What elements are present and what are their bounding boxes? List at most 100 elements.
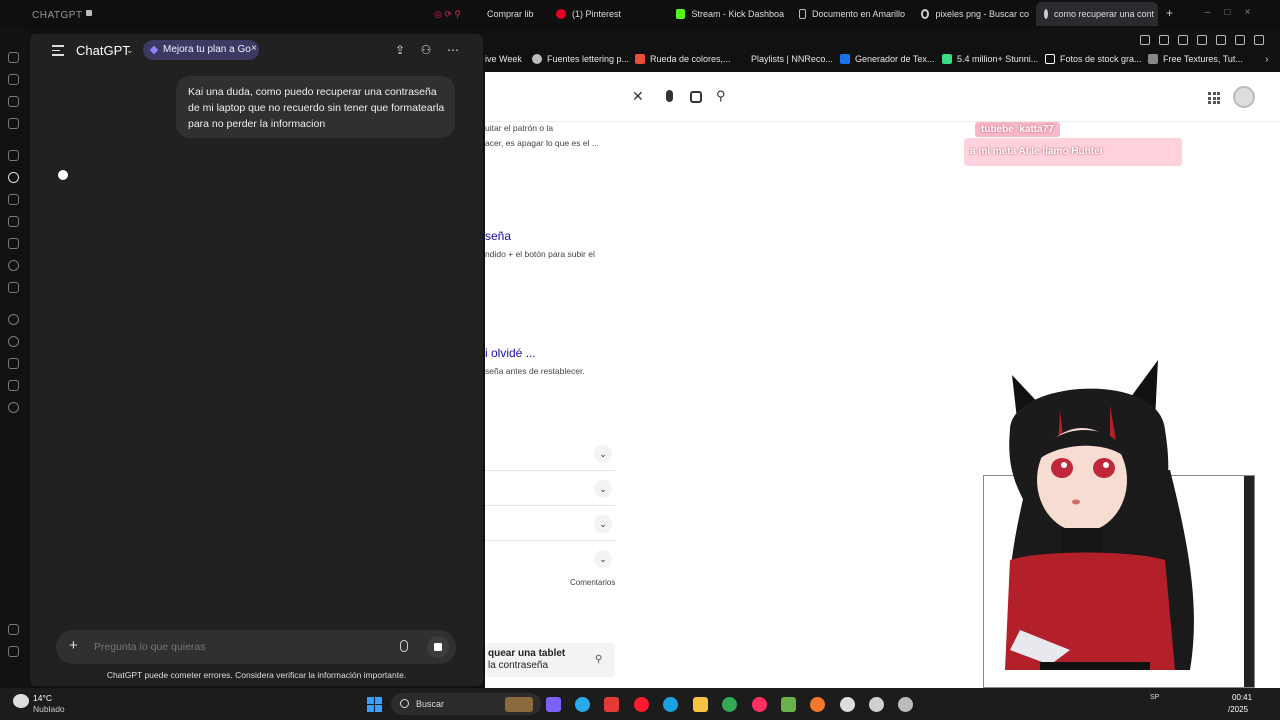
rail-icon[interactable] xyxy=(8,380,19,391)
edge-icon[interactable] xyxy=(663,697,678,712)
rail-icon[interactable] xyxy=(8,194,19,205)
rail-icon[interactable] xyxy=(8,314,19,325)
rail-icon[interactable] xyxy=(8,216,19,227)
bookmark-item[interactable]: Playlists | NNReco... xyxy=(751,54,833,64)
telegram-icon[interactable] xyxy=(575,697,590,712)
screenshot-icon[interactable] xyxy=(1159,35,1169,45)
rail-icon[interactable] xyxy=(8,336,19,347)
tab-pinterest[interactable]: (1) Pinterest xyxy=(556,6,656,22)
clock-date[interactable]: /2025 xyxy=(1228,705,1248,714)
tab-como-recuperar[interactable]: como recuperar una cont xyxy=(1036,2,1158,26)
model-selector[interactable]: ChatGPT xyxy=(76,43,130,58)
menu-icon[interactable] xyxy=(1254,35,1264,45)
people-also-ask-item[interactable]: ⌄ xyxy=(485,472,615,506)
bookmark-label: 5.4 million+ Stunni... xyxy=(957,54,1039,64)
voice-search-icon[interactable] xyxy=(666,90,673,102)
clear-search-icon[interactable]: ✕ xyxy=(632,88,644,105)
bookmark-item[interactable]: Generador de Tex... xyxy=(840,54,934,64)
prompt-input[interactable] xyxy=(92,638,392,656)
share-icon[interactable]: ⇪ xyxy=(394,44,406,56)
obs-icon[interactable] xyxy=(840,697,855,712)
app-red-icon[interactable] xyxy=(604,697,619,712)
google-icon xyxy=(921,9,930,19)
chevron-down-icon[interactable]: ⌄ xyxy=(126,45,134,56)
people-also-ask-item[interactable]: ⌄ xyxy=(485,542,615,576)
tab-pixeles[interactable]: pixeles png - Buscar co xyxy=(921,6,1029,22)
search-icon: ⚲ xyxy=(595,654,603,665)
plus-icon[interactable]: + xyxy=(69,637,78,654)
tab-documento[interactable]: Documento en Amarillo xyxy=(799,6,905,22)
download-icon[interactable] xyxy=(1216,35,1226,45)
rail-icon[interactable] xyxy=(8,96,19,107)
comments-link[interactable]: Comentarios xyxy=(570,578,615,587)
weather-icon[interactable] xyxy=(13,694,29,708)
bookmark-icon xyxy=(635,54,645,64)
chrome-icon[interactable] xyxy=(722,697,737,712)
chevron-down-icon[interactable]: ⌄ xyxy=(594,550,612,568)
stop-button[interactable] xyxy=(427,636,449,658)
davinci-icon[interactable] xyxy=(869,697,884,712)
stream-chat-message: a mi meta AI le llamo Hunter xyxy=(964,138,1182,166)
people-also-ask-item[interactable]: ⌄ xyxy=(485,437,615,471)
rail-icon[interactable] xyxy=(8,238,19,249)
close-icon[interactable]: × xyxy=(251,43,257,54)
profile-icon[interactable] xyxy=(1235,35,1245,45)
rail-icon[interactable] xyxy=(8,646,19,657)
lens-icon[interactable] xyxy=(690,91,702,103)
weather-temperature: 14°C xyxy=(33,693,52,703)
rail-icon[interactable] xyxy=(8,52,19,63)
bookmark-item[interactable]: Rueda de colores,... xyxy=(635,54,731,64)
blender-icon[interactable] xyxy=(810,697,825,712)
play-icon[interactable] xyxy=(1178,35,1188,45)
extension-icon[interactable] xyxy=(1140,35,1150,45)
copilot-icon[interactable] xyxy=(546,697,561,712)
file-explorer-icon[interactable] xyxy=(693,697,708,712)
tab-comprar[interactable]: Comprar lib xyxy=(487,6,539,22)
account-avatar[interactable] xyxy=(1233,86,1255,108)
heart-icon[interactable] xyxy=(1197,35,1207,45)
rail-icon[interactable] xyxy=(8,150,19,161)
search-icon[interactable]: ⚲ xyxy=(716,88,726,104)
window-controls[interactable]: –□× xyxy=(1205,7,1264,18)
result-link[interactable]: i olvidé ... xyxy=(485,346,536,360)
chatgpt-rail-icon[interactable] xyxy=(8,172,19,183)
upgrade-plan-button[interactable]: Mejora tu plan a Go xyxy=(143,40,259,60)
people-also-ask-item[interactable]: ⌄ xyxy=(485,507,615,541)
app-pink-icon[interactable] xyxy=(752,697,767,712)
notepad-icon[interactable] xyxy=(781,697,796,712)
bookmark-item[interactable]: Fotos de stock gra... xyxy=(1045,54,1142,64)
rail-icon[interactable] xyxy=(8,74,19,85)
windows-start-icon[interactable] xyxy=(367,697,382,712)
bookmark-item[interactable]: 5.4 million+ Stunni... xyxy=(942,54,1038,64)
language-indicator[interactable]: SP xyxy=(1150,694,1159,701)
bookmark-item[interactable]: ive Week xyxy=(485,54,522,64)
bookmark-item[interactable]: Fuentes lettering p... xyxy=(532,54,629,64)
chevron-down-icon[interactable]: ⌄ xyxy=(594,445,612,463)
tab-kick[interactable]: Stream - Kick Dashboa xyxy=(676,6,784,22)
x-icon[interactable] xyxy=(8,282,19,293)
rail-icon[interactable] xyxy=(8,624,19,635)
bookmark-icon xyxy=(532,54,542,64)
sidebar-toggle-icon[interactable] xyxy=(52,45,64,56)
clock-time[interactable]: 00:41 xyxy=(1232,693,1252,702)
rail-icon[interactable] xyxy=(8,402,19,413)
widget-icon[interactable] xyxy=(505,697,533,712)
apps-grid-icon[interactable] xyxy=(1208,92,1220,104)
bookmarks-overflow-icon[interactable]: › xyxy=(1265,54,1268,65)
bookmark-item[interactable]: Free Textures, Tut... xyxy=(1148,54,1243,64)
new-tab-button[interactable]: + xyxy=(1166,6,1173,20)
rail-icon[interactable] xyxy=(8,260,19,271)
person-add-icon[interactable]: ⚇ xyxy=(420,44,432,56)
opera-icon[interactable] xyxy=(634,697,649,712)
settings-icon[interactable] xyxy=(898,697,913,712)
related-search[interactable]: quear una tablet la contraseña ⚲ xyxy=(485,643,615,677)
bookmark-label: Generador de Tex... xyxy=(855,54,935,64)
rail-icon[interactable] xyxy=(8,358,19,369)
bookmark-label: Free Textures, Tut... xyxy=(1163,54,1243,64)
rail-icon[interactable] xyxy=(8,118,19,129)
chevron-down-icon[interactable]: ⌄ xyxy=(594,480,612,498)
chevron-down-icon[interactable]: ⌄ xyxy=(594,515,612,533)
microphone-icon[interactable] xyxy=(400,640,408,652)
more-icon[interactable]: ⋯ xyxy=(447,44,459,56)
result-link[interactable]: seña xyxy=(485,229,511,243)
